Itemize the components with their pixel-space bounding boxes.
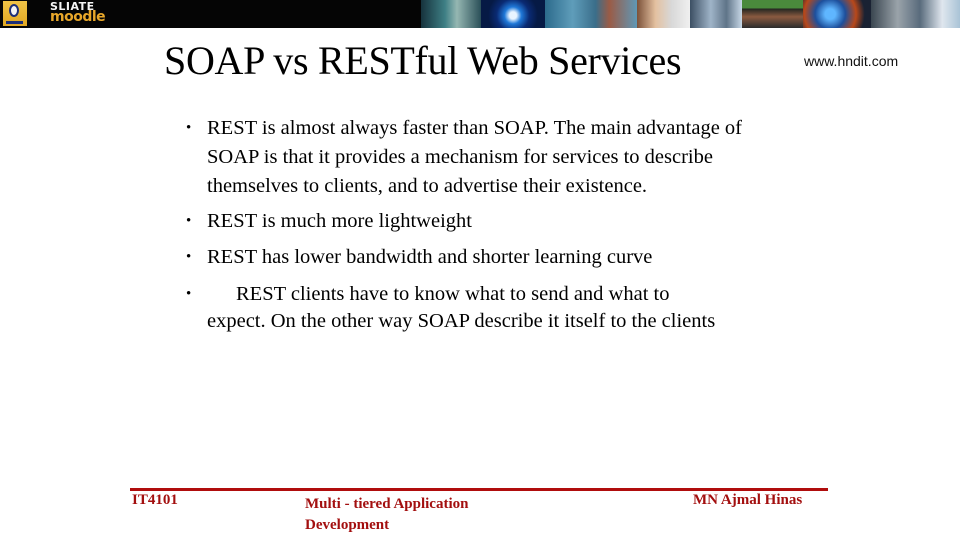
- bullet-item: • REST is almost always faster than SOAP…: [186, 114, 786, 200]
- header-banner: SLIATE moodle: [0, 0, 960, 28]
- bullet-item: • REST clients have to know what to send…: [186, 280, 786, 335]
- bullet-icon: •: [186, 249, 192, 266]
- brand-logo: SLIATE moodle: [50, 1, 106, 25]
- bullet-text: REST has lower bandwidth and shorter lea…: [207, 246, 653, 269]
- crest-ring: [9, 4, 19, 17]
- bullet-text: REST is almost always faster than SOAP. …: [207, 117, 743, 197]
- slide-title: SOAP vs RESTful Web Services: [164, 38, 682, 83]
- touchscreen-image: [545, 0, 637, 28]
- robot-face-image: [871, 0, 960, 28]
- bullet-icon: •: [186, 285, 192, 302]
- bullet-text-line-1: REST clients have to know what to send a…: [236, 282, 670, 305]
- author-name: MN Ajmal Hinas: [693, 492, 803, 508]
- course-code: IT4101: [132, 492, 178, 508]
- crest-label: [6, 21, 23, 24]
- course-name: Multi - tiered Application Development: [305, 496, 469, 533]
- bullet-list: • REST is almost always faster than SOAP…: [186, 114, 786, 335]
- keyboard-image: [690, 0, 742, 28]
- bullet-item: • REST is much more lightweight: [186, 207, 786, 236]
- university-crest-icon: [3, 1, 27, 26]
- bullet-item: • REST has lower bandwidth and shorter l…: [186, 243, 786, 272]
- students-image: [637, 0, 690, 28]
- bullet-text: REST is much more lightweight: [207, 210, 472, 233]
- bullet-icon: •: [186, 120, 192, 136]
- robot-image: [421, 0, 481, 28]
- website-label: www.hndit.com: [804, 53, 899, 69]
- globe-eye-image: [481, 0, 545, 28]
- classroom-image: [742, 0, 803, 28]
- earth-image: [803, 0, 871, 28]
- bullet-text-continued: expect. On the other way SOAP describe i…: [207, 309, 716, 332]
- bullet-icon: •: [186, 213, 192, 230]
- footer-divider: [130, 488, 828, 491]
- brand-line-2: moodle: [50, 9, 106, 25]
